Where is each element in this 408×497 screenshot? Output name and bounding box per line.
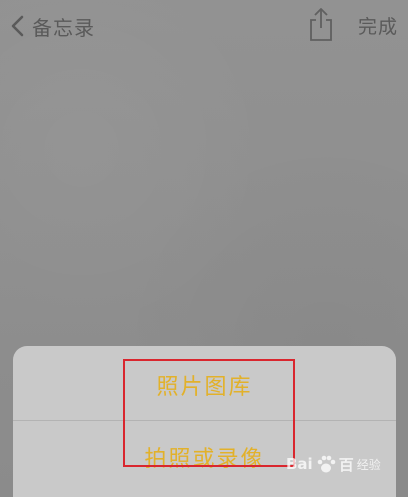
watermark-sub: 经验 bbox=[356, 457, 381, 472]
back-button-label: 备忘录 bbox=[32, 15, 95, 40]
watermark-brand-right: 百 bbox=[338, 455, 354, 474]
share-button[interactable] bbox=[308, 6, 334, 42]
baidu-jingyan-watermark: Bai 百 经验 bbox=[286, 444, 398, 484]
done-button[interactable]: 完成 bbox=[358, 12, 398, 39]
notes-screen: 备忘录 完成 照片图库 拍照或录像 Bai 百 经验 bbox=[0, 0, 408, 497]
watermark-brand-left: Bai bbox=[286, 455, 313, 473]
annotation-highlight-box bbox=[123, 359, 295, 467]
paw-icon bbox=[317, 455, 336, 473]
share-icon bbox=[310, 8, 332, 41]
back-button[interactable]: 备忘录 bbox=[10, 10, 95, 42]
chevron-left-icon bbox=[11, 15, 24, 37]
navigation-bar: 备忘录 完成 bbox=[0, 0, 408, 52]
